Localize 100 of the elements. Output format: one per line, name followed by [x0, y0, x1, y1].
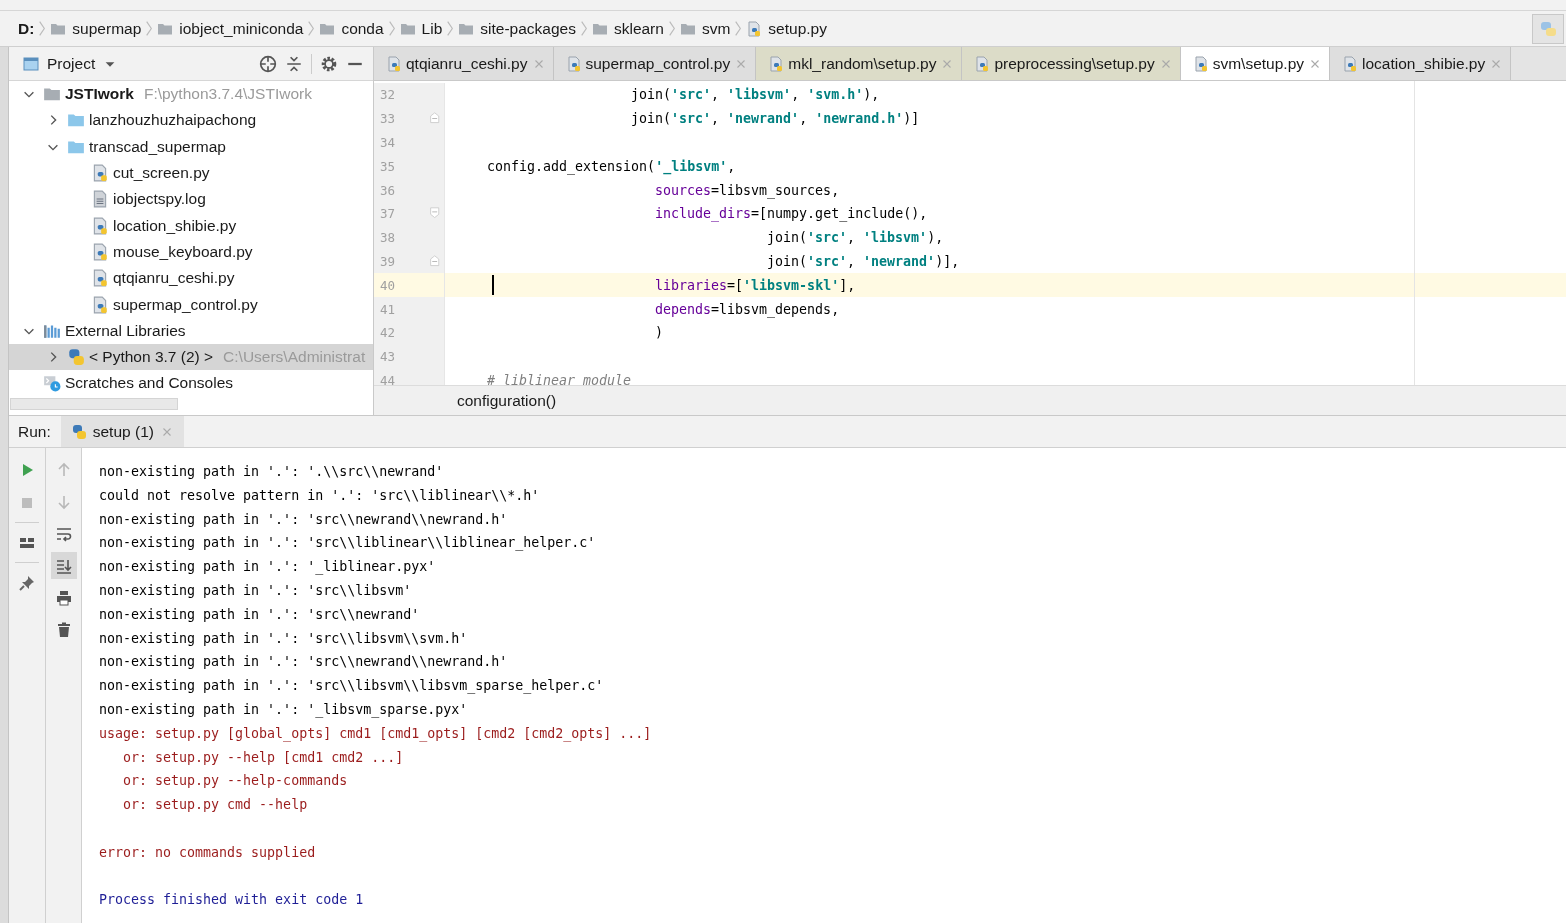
breadcrumb-item[interactable]: svm: [679, 19, 731, 38]
line-number: 36: [380, 182, 396, 198]
tree-item[interactable]: location_shibie.py: [9, 212, 373, 239]
breadcrumb-item[interactable]: supermap: [50, 19, 142, 38]
tree-item[interactable]: supermap_control.py: [9, 291, 373, 318]
fold-marker-icon[interactable]: [429, 207, 442, 221]
line-number: 44: [380, 372, 396, 385]
python-console-button[interactable]: [1532, 13, 1564, 44]
console-line: non-existing path in '.': 'src\\libsvm\\svm.h': [99, 629, 469, 648]
console-line: error: no commands supplied: [99, 843, 317, 862]
tree-item[interactable]: < Python 3.7 (2) > C:\Users\Administrat: [9, 343, 373, 371]
structure-breadcrumb[interactable]: configuration(): [457, 391, 557, 410]
breadcrumb-item[interactable]: site-packages: [458, 19, 576, 38]
breadcrumb-item[interactable]: iobject_miniconda: [157, 19, 304, 38]
separator-icon: [146, 21, 153, 36]
code-line: join('src', 'newrand', 'newrand.h')]: [631, 111, 920, 127]
locate-icon[interactable]: [259, 54, 277, 73]
scratches-icon: [43, 374, 61, 393]
tree-item[interactable]: mouse_keyboard.py: [9, 238, 373, 266]
line-number: 32: [380, 87, 396, 103]
breadcrumb-item[interactable]: setup.py: [746, 19, 827, 38]
python-file-icon: [91, 295, 109, 314]
console-line: non-existing path in '.': 'src\\libsvm\\libsvm_sparse_helper.c': [99, 677, 605, 696]
line-number: 41: [380, 301, 396, 317]
python-file-icon: [91, 269, 109, 288]
panel-title[interactable]: Project: [47, 54, 96, 73]
python-file-icon: [768, 55, 785, 72]
editor-tab[interactable]: mkl_random\setup.py: [756, 47, 963, 80]
editor-tab[interactable]: location_shibie.py: [1330, 47, 1512, 80]
down-arrow-icon: [55, 493, 72, 510]
collapse-all-icon[interactable]: [285, 54, 303, 73]
separator-icon: [388, 21, 395, 36]
console-line: or: setup.py cmd --help: [122, 796, 309, 815]
line-number: 33: [380, 111, 396, 127]
code-line: libraries=['libsvm-skl'],: [655, 277, 856, 293]
tree-item[interactable]: External Libraries: [9, 317, 373, 344]
code-line: # liblinear module: [487, 372, 632, 385]
console-line: non-existing path in '.': 'src\\newrand\\newrand.h': [99, 653, 509, 672]
python-file-icon: [91, 164, 109, 183]
console-line: usage: setup.py [global_opts] cmd1 [cmd1_opts] [cmd2 [cmd2_opts] ...]: [99, 724, 653, 744]
scroll-to-end-icon: [55, 557, 72, 574]
editor-tab[interactable]: preprocessing\setup.py: [962, 47, 1181, 80]
separator-icon: [308, 21, 315, 36]
console-line: non-existing path in '.': 'src\\liblinear\\liblinear_helper.c': [99, 534, 597, 553]
fold-marker-icon[interactable]: [429, 112, 442, 126]
breadcrumb-item[interactable]: conda: [319, 19, 384, 38]
code-line: sources=libsvm_sources,: [655, 182, 840, 198]
python-file-icon: [91, 216, 109, 235]
console-line: non-existing path in '.': 'src\\newrand': [99, 605, 421, 624]
python-file-icon: [386, 55, 402, 72]
horizontal-scrollbar[interactable]: [10, 398, 178, 410]
editor-tab[interactable]: supermap_control.py: [553, 47, 757, 80]
editor-tab[interactable]: svm\setup.py: [1180, 47, 1330, 80]
run-label: Run:: [18, 422, 51, 441]
console-line: non-existing path in '.': '.\\src\\newrand': [99, 463, 445, 481]
console-line: could not resolve pattern in '.': 'src\\liblinear\\*.h': [99, 486, 541, 505]
breadcrumb-item[interactable]: D:: [18, 19, 35, 38]
separator-icon: [447, 21, 454, 36]
python-file-icon: [565, 55, 582, 72]
console-line: Process finished with exit code 1: [99, 891, 365, 910]
tree-item[interactable]: lanzhouzhuzhaipachong: [9, 107, 373, 134]
line-number: 34: [380, 135, 396, 150]
python-icon: [67, 348, 85, 367]
tree-item[interactable]: transcad_supermap: [9, 133, 373, 160]
print-icon: [55, 589, 72, 606]
breadcrumb-item[interactable]: sklearn: [591, 19, 664, 38]
tree-item[interactable]: JSTIwork F:\python3.7.4\JSTIwork: [9, 81, 373, 108]
console-line: non-existing path in '.': 'src\\libsvm': [99, 582, 413, 600]
console-line: or: setup.py --help-commands: [122, 772, 349, 791]
console-line: non-existing path in '.': '_libsvm_sparse.pyx': [99, 700, 469, 720]
code-line: include_dirs=[numpy.get_include(),: [655, 206, 928, 222]
python-file-icon: [1192, 55, 1209, 72]
separator-icon: [668, 21, 675, 36]
run-tab[interactable]: setup (1): [60, 416, 184, 447]
settings-icon[interactable]: [320, 54, 338, 73]
tree-item[interactable]: iobjectspy.log: [9, 186, 373, 213]
console-line: non-existing path in '.': '_liblinear.pyx': [99, 558, 437, 577]
tree-item[interactable]: Scratches and Consoles: [9, 370, 373, 397]
code-line: join('src', 'libsvm', 'svm.h'),: [631, 87, 880, 103]
python-icon: [70, 423, 87, 440]
line-number: 35: [380, 158, 396, 174]
code-line: depends=libsvm_depends,: [655, 301, 840, 317]
code-line: join('src', 'libsvm'),: [767, 230, 944, 246]
line-number: 42: [380, 325, 396, 341]
console-line: non-existing path in '.': 'src\\newrand\\newrand.h': [99, 510, 509, 529]
line-number: 38: [380, 230, 396, 246]
fold-marker-icon[interactable]: [429, 254, 442, 268]
line-number: 39: [380, 253, 396, 269]
editor-tab[interactable]: qtqianru_ceshi.py: [374, 47, 554, 80]
log-file-icon: [91, 190, 109, 209]
line-number: 37: [380, 206, 396, 222]
tree-item[interactable]: qtqianru_ceshi.py: [9, 265, 373, 292]
breadcrumb-item[interactable]: Lib: [399, 19, 443, 38]
separator-icon: [580, 21, 587, 36]
python-file-icon: [746, 20, 763, 37]
project-window-icon: [23, 55, 39, 72]
scroll-to-end-button[interactable]: [50, 552, 77, 579]
separator-icon: [39, 21, 46, 36]
tree-item[interactable]: cut_screen.py: [9, 159, 373, 187]
pin-icon: [19, 574, 35, 591]
